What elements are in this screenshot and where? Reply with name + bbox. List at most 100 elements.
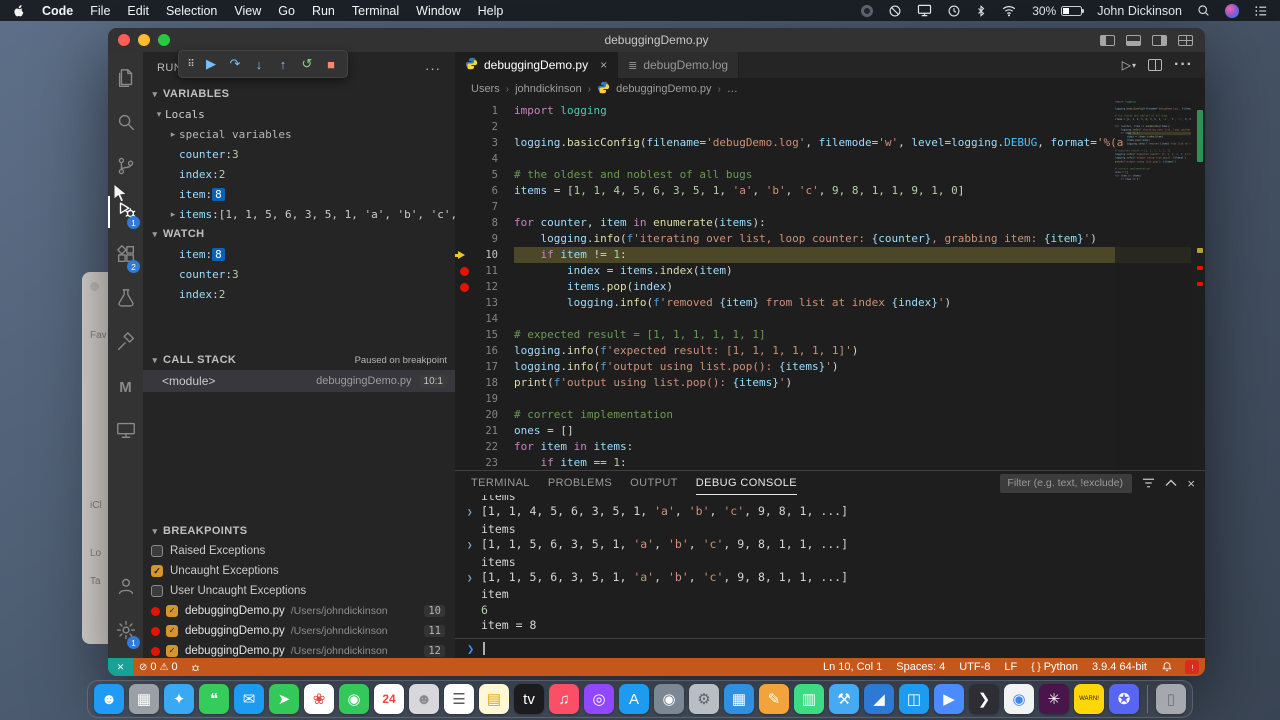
gutter[interactable]: 17 xyxy=(455,359,514,375)
gutter[interactable]: 22 xyxy=(455,439,514,455)
checkbox[interactable] xyxy=(151,545,163,557)
code-line[interactable]: 11 index = items.index(item) xyxy=(455,263,1205,279)
console-line[interactable]: 6 xyxy=(467,603,1205,618)
battery-indicator[interactable]: 30% xyxy=(1032,4,1085,18)
menu-view[interactable]: View xyxy=(234,4,261,18)
minimize-window-button[interactable] xyxy=(138,34,150,46)
indentation-status[interactable]: Spaces: 4 xyxy=(890,661,951,673)
dock-pages[interactable]: ✎ xyxy=(759,684,789,714)
console-line[interactable]: items xyxy=(467,555,1205,570)
continue-icon[interactable]: ▶ xyxy=(201,53,221,75)
sidebar-more-actions-icon[interactable]: ··· xyxy=(425,61,441,76)
zoom-window-button[interactable] xyxy=(158,34,170,46)
exception-option[interactable]: Raised Exceptions xyxy=(143,541,455,561)
checkbox[interactable] xyxy=(151,585,163,597)
debug-console-input[interactable]: ❯ xyxy=(455,638,1205,658)
expand-chevron-icon[interactable]: ❯ xyxy=(467,537,481,554)
apple-menu-icon[interactable] xyxy=(12,3,25,18)
expand-chevron-icon[interactable]: ❯ xyxy=(467,504,481,521)
menu-go[interactable]: Go xyxy=(278,4,295,18)
gutter[interactable]: 7 xyxy=(455,199,514,215)
code-line[interactable]: 7 xyxy=(455,199,1205,215)
language-mode-status[interactable]: { } Python xyxy=(1025,661,1084,673)
breadcrumb-item[interactable]: johndickinson xyxy=(515,83,582,95)
call-stack-section-header[interactable]: ▾ CALL STACK Paused on breakpoint xyxy=(143,350,455,370)
gutter[interactable]: 12 xyxy=(455,279,514,295)
dock-mail[interactable]: ✉ xyxy=(234,684,264,714)
dock-numbers[interactable]: ▥ xyxy=(794,684,824,714)
menu-help[interactable]: Help xyxy=(478,4,504,18)
code-line[interactable]: 5# the oldest and noblest of all bugs xyxy=(455,167,1205,183)
dock-launchpad[interactable]: ▦ xyxy=(129,684,159,714)
dock-warn-note[interactable]: WARN! xyxy=(1074,684,1104,714)
code-line[interactable]: 22for item in items: xyxy=(455,439,1205,455)
dock-music[interactable]: ♫ xyxy=(549,684,579,714)
encoding-status[interactable]: UTF-8 xyxy=(953,661,996,673)
activity-extensions[interactable]: 2 xyxy=(108,234,143,278)
variable-row[interactable]: item: 8 xyxy=(143,244,455,264)
console-line[interactable]: item = 8 xyxy=(467,618,1205,633)
code-line[interactable]: 3logging.basicConfig(filename='debugDemo… xyxy=(1115,107,1191,111)
debug-console-output[interactable]: items ❯ [1, 1, 4, 5, 6, 3, 5, 1, 'a', 'b',… xyxy=(455,495,1205,638)
activity-source-control[interactable] xyxy=(108,146,143,190)
maximize-panel-icon[interactable] xyxy=(1165,479,1177,487)
exception-option[interactable]: User Uncaught Exceptions xyxy=(143,581,455,601)
toggle-sidebar-icon[interactable] xyxy=(1100,34,1115,46)
dock-finder[interactable]: ☻ xyxy=(94,684,124,714)
code-line[interactable]: 4 xyxy=(455,151,1205,167)
variable-row[interactable]: index: 2 xyxy=(143,164,455,184)
gutter[interactable]: 11 xyxy=(455,263,514,279)
gutter[interactable]: 19 xyxy=(455,391,514,407)
dock-xcode[interactable]: ⚒ xyxy=(829,684,859,714)
drag-handle-icon[interactable]: ⠿ xyxy=(185,53,197,75)
breadcrumb-item[interactable]: Users xyxy=(471,83,500,95)
gutter[interactable]: 13 xyxy=(455,295,514,311)
checkbox[interactable]: ✓ xyxy=(166,645,178,657)
spotlight-icon[interactable] xyxy=(1197,4,1210,17)
record-icon[interactable] xyxy=(861,4,874,17)
gutter[interactable]: 9 xyxy=(455,231,514,247)
panel-tab-debug-console[interactable]: DEBUG CONSOLE xyxy=(695,471,797,495)
time-machine-icon[interactable] xyxy=(947,4,961,18)
code-line[interactable]: 9 logging.info(f'iterating over list, lo… xyxy=(455,231,1205,247)
user-menu[interactable]: John Dickinson xyxy=(1097,4,1182,18)
console-line[interactable]: ❯ [1, 1, 5, 6, 3, 5, 1, 'a', 'b', 'c', 9,… xyxy=(467,570,1205,587)
code-line[interactable]: 20# correct implementation xyxy=(455,407,1205,423)
customize-layout-icon[interactable] xyxy=(1178,34,1193,46)
code-line[interactable]: 10 if item != 1: xyxy=(455,247,1205,263)
dock-photo-booth[interactable]: ◉ xyxy=(654,684,684,714)
toggle-panel-icon[interactable] xyxy=(1126,34,1141,46)
step-out-icon[interactable]: ↑ xyxy=(273,53,293,75)
title-bar[interactable]: debuggingDemo.py xyxy=(108,28,1205,52)
breakpoint-item[interactable]: ✓ debuggingDemo.py/Users/johndickinson 11 xyxy=(143,621,455,641)
checkbox[interactable]: ✓ xyxy=(166,605,178,617)
dnd-icon[interactable] xyxy=(888,4,902,18)
gutter[interactable]: 20 xyxy=(455,407,514,423)
gutter[interactable]: 2 xyxy=(455,119,514,135)
code-editor[interactable]: 1 import logging 2 3 logging.basicConfig(fil… xyxy=(455,100,1205,470)
gutter[interactable]: 18 xyxy=(455,375,514,391)
breakpoint-dot-icon[interactable] xyxy=(460,266,469,276)
toggle-secondary-sidebar-icon[interactable] xyxy=(1152,34,1167,46)
dock-chrome[interactable]: ◉ xyxy=(1004,684,1034,714)
stop-icon[interactable]: ■ xyxy=(321,53,341,75)
code-line[interactable]: 8for counter, item in enumerate(items): xyxy=(455,215,1205,231)
activity-settings[interactable]: 1 xyxy=(108,610,143,654)
gutter[interactable]: 14 xyxy=(455,311,514,327)
breakpoint-dot-icon[interactable] xyxy=(460,282,469,292)
code-line[interactable]: 12 items.pop(index) xyxy=(455,279,1205,295)
variable-row[interactable]: ▸ special variables xyxy=(143,124,455,144)
gutter[interactable]: 23 xyxy=(455,455,514,470)
call-stack-frame[interactable]: <module> debuggingDemo.py 10:1 xyxy=(143,370,455,392)
minimap[interactable]: 1import logging23logging.basicConfig(fil… xyxy=(1115,100,1191,470)
split-editor-icon[interactable] xyxy=(1148,59,1163,71)
code-line[interactable]: 1import logging xyxy=(455,103,1205,119)
console-filter-input[interactable]: Filter (e.g. text, !exclude) xyxy=(1000,473,1133,493)
dock-vscode[interactable]: ◢ xyxy=(864,684,894,714)
tab-debugDemo.log[interactable]: ≣ debugDemo.log xyxy=(618,52,740,78)
dock-keynote[interactable]: ▦ xyxy=(724,684,754,714)
variable-row[interactable]: counter: 3 xyxy=(143,264,455,284)
variable-row[interactable]: index: 2 xyxy=(143,284,455,304)
exception-option[interactable]: ✓ Uncaught Exceptions xyxy=(143,561,455,581)
gutter[interactable]: 6 xyxy=(455,183,514,199)
